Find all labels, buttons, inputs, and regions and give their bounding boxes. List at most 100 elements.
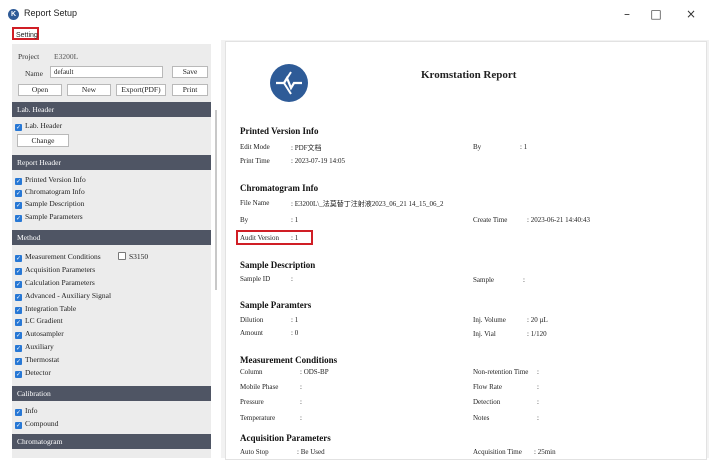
checkbox-detector[interactable]: ✓ Detector <box>15 368 51 378</box>
acquisition-time-label: Acquisition Time <box>473 448 522 456</box>
create-time-label: Create Time <box>473 216 508 224</box>
chrom-by-value: : 1 <box>291 216 299 224</box>
minimize-button[interactable]: – <box>616 6 638 22</box>
sidebar-scrollbar[interactable] <box>215 110 217 290</box>
name-label: Name <box>25 69 43 78</box>
checkbox-chromatogram-info[interactable]: ✓ Chromatogram Info <box>15 187 85 197</box>
checkbox-empty-icon <box>118 252 126 260</box>
notes-value: : <box>537 414 539 422</box>
check-icon: ✓ <box>15 319 22 326</box>
pressure-label: Pressure <box>240 398 264 406</box>
section-chromatogram[interactable]: Chromatogram <box>12 434 211 449</box>
non-retention-time-value: : <box>537 368 539 376</box>
print-time-label: Print Time <box>240 157 270 165</box>
new-button[interactable]: New <box>67 84 111 96</box>
checkbox-integration-table[interactable]: ✓ Integration Table <box>15 304 76 314</box>
print-time-value: : 2023-07-19 14:05 <box>291 157 346 165</box>
checkbox-measurement-conditions[interactable]: ✓ Measurement Conditions <box>15 252 101 262</box>
check-icon: ✓ <box>15 255 22 262</box>
project-label: Project <box>18 52 40 61</box>
audit-version-label: Audit Version <box>240 234 279 242</box>
check-icon: ✓ <box>15 332 22 339</box>
check-icon: ✓ <box>15 124 22 131</box>
checkbox-info[interactable]: ✓ Info <box>15 406 38 416</box>
dilution-value: : 1 <box>291 316 299 324</box>
checkbox-sample-description[interactable]: ✓ Sample Description <box>15 199 84 209</box>
heading-sample-parameters: Sample Paramters <box>240 300 312 310</box>
acquisition-time-value: : 25min <box>534 448 556 456</box>
checkbox-lc-gradient[interactable]: ✓ LC Gradient <box>15 316 63 326</box>
amount-label: Amount <box>240 329 263 337</box>
audit-version-value: : 1 <box>291 234 299 242</box>
checkbox-acquisition-parameters[interactable]: ✓ Acquisition Parameters <box>15 265 95 275</box>
title-bar: K Report Setup – □ × <box>0 0 709 28</box>
sample-label: Sample <box>473 276 494 284</box>
inj-volume-label: Inj. Volume <box>473 316 506 324</box>
column-value: : ODS-BP <box>300 368 329 376</box>
export-pdf-button[interactable]: Export(PDF) <box>116 84 166 96</box>
inj-volume-value: : 20 µL <box>527 316 548 324</box>
close-button[interactable]: × <box>680 6 702 22</box>
notes-label: Notes <box>473 414 490 422</box>
section-report-header[interactable]: Report Header <box>12 155 211 170</box>
save-button[interactable]: Save <box>172 66 208 78</box>
sample-value: : <box>523 276 525 284</box>
checkbox-lab-header[interactable]: ✓ Lab. Header <box>15 121 62 131</box>
detection-label: Detection <box>473 398 501 406</box>
mobile-phase-label: Mobile Phase <box>240 383 279 391</box>
checkbox-compound[interactable]: ✓ Compound <box>15 419 58 429</box>
section-method[interactable]: Method <box>12 230 211 245</box>
section-calibration[interactable]: Calibration <box>12 386 211 401</box>
kromstation-logo <box>270 64 308 102</box>
checkbox-thermostat[interactable]: ✓ Thermostat <box>15 355 59 365</box>
sample-id-value: : <box>291 275 293 283</box>
checkbox-sample-parameters[interactable]: ✓ Sample Parameters <box>15 212 83 222</box>
detection-value: : <box>537 398 539 406</box>
column-label: Column <box>240 368 263 376</box>
heading-sample-description: Sample Description <box>240 260 316 270</box>
file-name-value: : E3200L\_法莫替丁注射液2023_06_21 14_15_06_2 <box>291 200 444 208</box>
checkbox-printed-version-info[interactable]: ✓ Printed Version Info <box>15 175 86 185</box>
inj-vial-label: Inj. Vial <box>473 330 496 338</box>
edit-mode-value: : PDF文档 <box>291 144 322 152</box>
check-icon: ✓ <box>15 409 22 416</box>
checkbox-auxiliary[interactable]: ✓ Auxiliary <box>15 342 54 352</box>
menu-setting[interactable]: Setting <box>12 27 39 40</box>
non-retention-time-label: Non-retention Time <box>473 368 529 376</box>
maximize-button[interactable]: □ <box>645 6 667 22</box>
open-button[interactable]: Open <box>18 84 62 96</box>
checkbox-s3150[interactable]: S3150 <box>118 252 148 261</box>
heading-acquisition-parameters: Acquisition Parameters <box>240 433 331 443</box>
check-icon: ✓ <box>15 281 22 288</box>
amount-value: : 0 <box>291 329 299 337</box>
report-page <box>225 41 707 460</box>
sample-id-label: Sample ID <box>240 275 271 283</box>
create-time-value: : 2023-06-21 14:40:43 <box>527 216 590 224</box>
dilution-label: Dilution <box>240 316 264 324</box>
check-icon: ✓ <box>15 215 22 222</box>
by-value: : 1 <box>520 143 528 151</box>
check-icon: ✓ <box>15 422 22 429</box>
checkbox-calculation-parameters[interactable]: ✓ Calculation Parameters <box>15 278 95 288</box>
auto-stop-value: : Be Used <box>297 448 325 456</box>
mobile-phase-value: : <box>300 383 302 391</box>
project-value: E3200L <box>54 52 79 61</box>
checkbox-advanced-auxiliary-signal[interactable]: ✓ Advanced - Auxiliary Signal <box>15 291 111 301</box>
file-name-label: File Name <box>240 199 270 207</box>
window-title: Report Setup <box>24 8 78 18</box>
check-icon: ✓ <box>15 190 22 197</box>
checkbox-autosampler[interactable]: ✓ Autosampler <box>15 329 64 339</box>
edit-mode-label: Edit Mode <box>240 143 270 151</box>
auto-stop-label: Auto Stop <box>240 448 269 456</box>
check-icon: ✓ <box>15 307 22 314</box>
check-icon: ✓ <box>15 202 22 209</box>
report-title: Kromstation Report <box>421 69 517 81</box>
check-icon: ✓ <box>15 294 22 301</box>
print-button[interactable]: Print <box>172 84 208 96</box>
name-input[interactable]: default <box>50 66 163 78</box>
check-icon: ✓ <box>15 268 22 275</box>
change-button[interactable]: Change <box>17 134 69 147</box>
check-icon: ✓ <box>15 358 22 365</box>
section-lab-header[interactable]: Lab. Header <box>12 102 211 117</box>
flow-rate-label: Flow Rate <box>473 383 502 391</box>
